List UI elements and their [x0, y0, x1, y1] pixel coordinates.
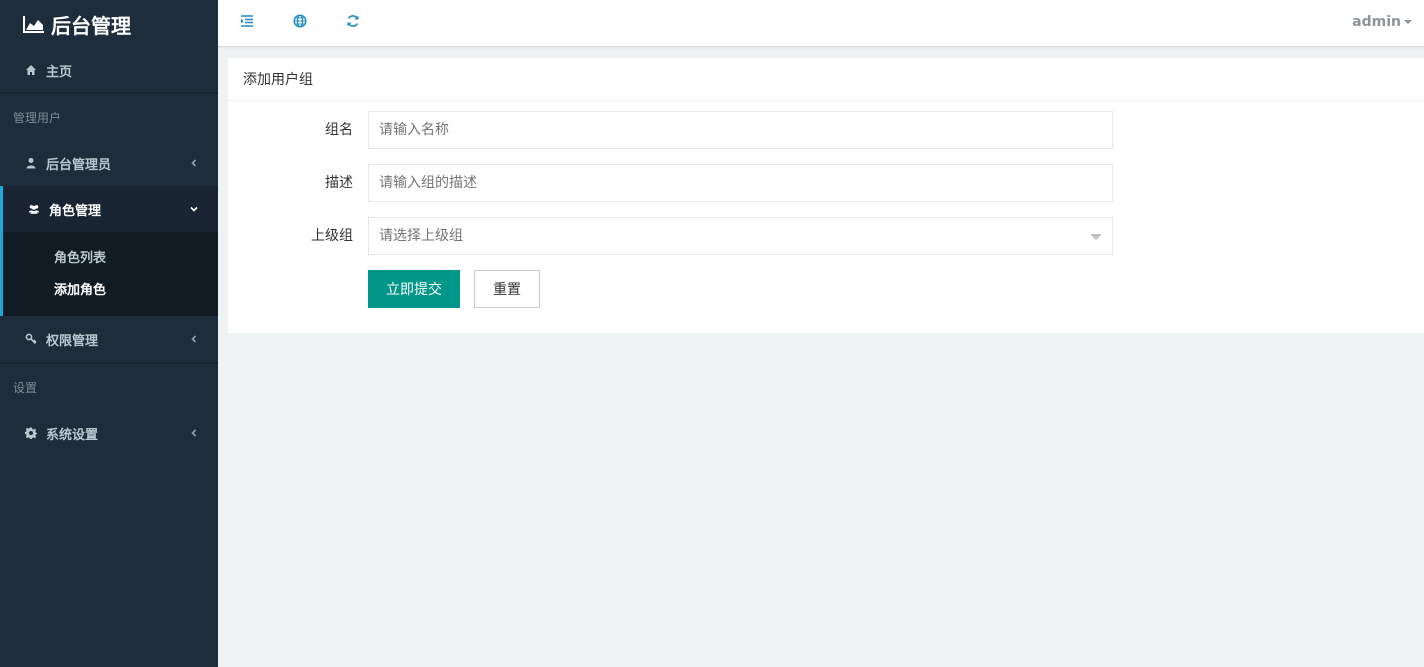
sidebar-item-label: 权限管理 [46, 333, 99, 349]
chevron-left-icon [190, 158, 198, 168]
form-row-parent: 上级组 请选择上级组 [228, 217, 1424, 255]
submenu-item-add-role[interactable]: 添加角色 [3, 272, 218, 304]
parent-group-select[interactable]: 请选择上级组 [368, 217, 1113, 255]
reset-button[interactable]: 重置 [474, 270, 540, 308]
indent-icon[interactable] [239, 13, 255, 29]
sidebar-item-label: 系统设置 [46, 427, 99, 443]
description-input[interactable] [368, 164, 1113, 202]
caret-down-icon [1404, 20, 1412, 24]
parent-group-label: 上级组 [311, 228, 353, 244]
form-row-description: 描述 [228, 164, 1424, 202]
sidebar-item-home[interactable]: 主页 [0, 48, 218, 92]
group-name-input[interactable] [368, 111, 1113, 149]
sidebar-section-settings: 设置 [13, 380, 38, 395]
refresh-icon[interactable] [345, 13, 361, 29]
description-label: 描述 [325, 175, 353, 191]
sidebar-item-label: 后台管理员 [46, 157, 112, 173]
sidebar-item-label: 主页 [46, 64, 73, 80]
globe-icon[interactable] [292, 13, 308, 29]
user-icon [24, 156, 38, 170]
dropdown-arrow-icon [1090, 234, 1102, 240]
sidebar-item-permissions[interactable]: 权限管理 [0, 316, 218, 362]
brand-title: 后台管理 [51, 13, 131, 38]
chevron-left-icon [190, 428, 198, 438]
topbar: admin [218, 0, 1424, 47]
sidebar-item-label: 角色管理 [49, 203, 102, 219]
sidebar: 后台管理 主页 管理用户 后台管理员 角色管理 角色列表 添加角色 权限管理 设… [0, 0, 218, 667]
form-row-actions: 立即提交 重置 [228, 270, 1424, 308]
chevron-left-icon [190, 334, 198, 344]
user-menu[interactable]: admin [1352, 14, 1412, 30]
chevron-down-icon [190, 204, 198, 214]
card-title: 添加用户组 [228, 58, 1424, 101]
area-chart-icon [23, 16, 44, 33]
group-name-label: 组名 [325, 122, 353, 138]
user-name: admin [1352, 14, 1401, 30]
sidebar-section-users: 管理用户 [13, 110, 62, 125]
sidebar-item-admins[interactable]: 后台管理员 [0, 140, 218, 186]
sidebar-group-roles: 角色管理 角色列表 添加角色 [0, 186, 218, 316]
brand[interactable]: 后台管理 [0, 0, 218, 48]
home-icon [24, 63, 38, 77]
users-icon [27, 202, 41, 216]
parent-group-placeholder: 请选择上级组 [379, 228, 463, 244]
sidebar-item-system-settings[interactable]: 系统设置 [0, 410, 218, 456]
sidebar-item-roles[interactable]: 角色管理 [3, 186, 218, 232]
key-icon [24, 332, 38, 346]
form-row-name: 组名 [228, 111, 1424, 149]
sidebar-submenu-roles: 角色列表 添加角色 [3, 232, 218, 316]
submenu-item-role-list[interactable]: 角色列表 [3, 240, 218, 272]
add-group-card: 添加用户组 组名 描述 上级组 请选择上级组 立即提交 重置 [228, 58, 1424, 333]
submit-button[interactable]: 立即提交 [368, 270, 460, 308]
app-root: 后台管理 主页 管理用户 后台管理员 角色管理 角色列表 添加角色 权限管理 设… [0, 0, 1424, 667]
gear-icon [24, 426, 38, 440]
